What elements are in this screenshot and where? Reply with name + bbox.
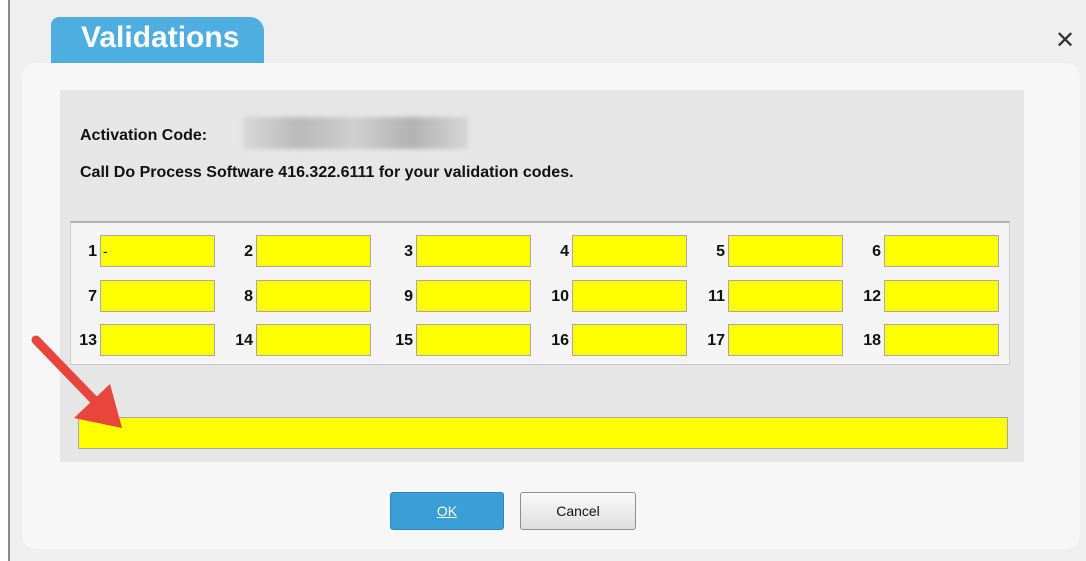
validation-code-cell: 6: [844, 235, 999, 267]
validation-code-input[interactable]: [728, 235, 843, 267]
activation-code-value-redacted: [243, 117, 468, 149]
validation-code-input[interactable]: [728, 280, 843, 312]
validation-code-cell: 3: [376, 235, 531, 267]
validation-code-cell: 10: [532, 280, 687, 312]
combined-validation-code-input[interactable]: [78, 417, 1008, 449]
validation-code-input[interactable]: [256, 324, 371, 356]
validation-code-cell: 18: [844, 324, 999, 356]
validation-code-input[interactable]: [416, 324, 531, 356]
arrow-annotation-icon: [31, 335, 122, 428]
validation-code-cell: 11: [688, 280, 843, 312]
validation-code-cell: 17: [688, 324, 843, 356]
validation-code-cell: 8: [216, 280, 371, 312]
activation-code-label: Activation Code:: [80, 127, 208, 144]
validation-code-label: 10: [551, 288, 569, 305]
validation-code-cell: 16: [532, 324, 687, 356]
validation-code-label: 15: [395, 332, 413, 349]
validation-code-input[interactable]: [572, 324, 687, 356]
cancel-button[interactable]: Cancel: [520, 492, 636, 530]
validation-code-input[interactable]: [884, 235, 999, 267]
validation-code-label: 14: [235, 332, 253, 349]
validation-code-label: 3: [404, 243, 413, 260]
ok-button-label: OK: [436, 503, 458, 519]
instructions-text: Call Do Process Software 416.322.6111 fo…: [80, 164, 574, 181]
validation-code-input[interactable]: [572, 280, 687, 312]
validation-code-input[interactable]: [416, 235, 531, 267]
validation-code-cell: 14: [216, 324, 371, 356]
validation-code-cell: 1: [60, 235, 215, 267]
validation-code-input[interactable]: [884, 324, 999, 356]
validation-code-cell: 7: [60, 280, 215, 312]
validation-code-cell: 5: [688, 235, 843, 267]
validation-code-label: 8: [244, 288, 253, 305]
validation-code-label: 11: [708, 288, 725, 305]
ok-button[interactable]: OK: [390, 492, 504, 530]
validation-code-label: 6: [872, 243, 881, 260]
validation-code-cell: 4: [532, 235, 687, 267]
validation-code-input[interactable]: [572, 235, 687, 267]
validation-code-label: 4: [560, 243, 569, 260]
validation-code-label: 18: [863, 332, 881, 349]
validation-code-label: 9: [404, 288, 413, 305]
validation-code-cell: 2: [216, 235, 371, 267]
validation-code-input[interactable]: [256, 235, 371, 267]
validation-code-label: 5: [716, 243, 725, 260]
validation-code-label: 1: [88, 243, 97, 260]
validation-code-label: 2: [244, 243, 253, 260]
validation-code-input[interactable]: [100, 280, 215, 312]
validation-code-input[interactable]: [884, 280, 999, 312]
validation-code-input[interactable]: [100, 235, 215, 267]
cancel-button-label: Cancel: [556, 503, 600, 519]
validation-code-label: 12: [863, 288, 881, 305]
validation-code-cell: 15: [376, 324, 531, 356]
validation-code-label: 17: [707, 332, 725, 349]
validation-code-label: 7: [88, 288, 97, 305]
validation-code-input[interactable]: [728, 324, 843, 356]
validation-code-label: 16: [551, 332, 569, 349]
validation-code-input[interactable]: [256, 280, 371, 312]
dialog-title: Validations: [51, 17, 264, 63]
close-icon[interactable]: ✕: [1052, 28, 1078, 54]
validation-code-cell: 9: [376, 280, 531, 312]
validation-code-cell: 12: [844, 280, 999, 312]
validation-code-input[interactable]: [416, 280, 531, 312]
